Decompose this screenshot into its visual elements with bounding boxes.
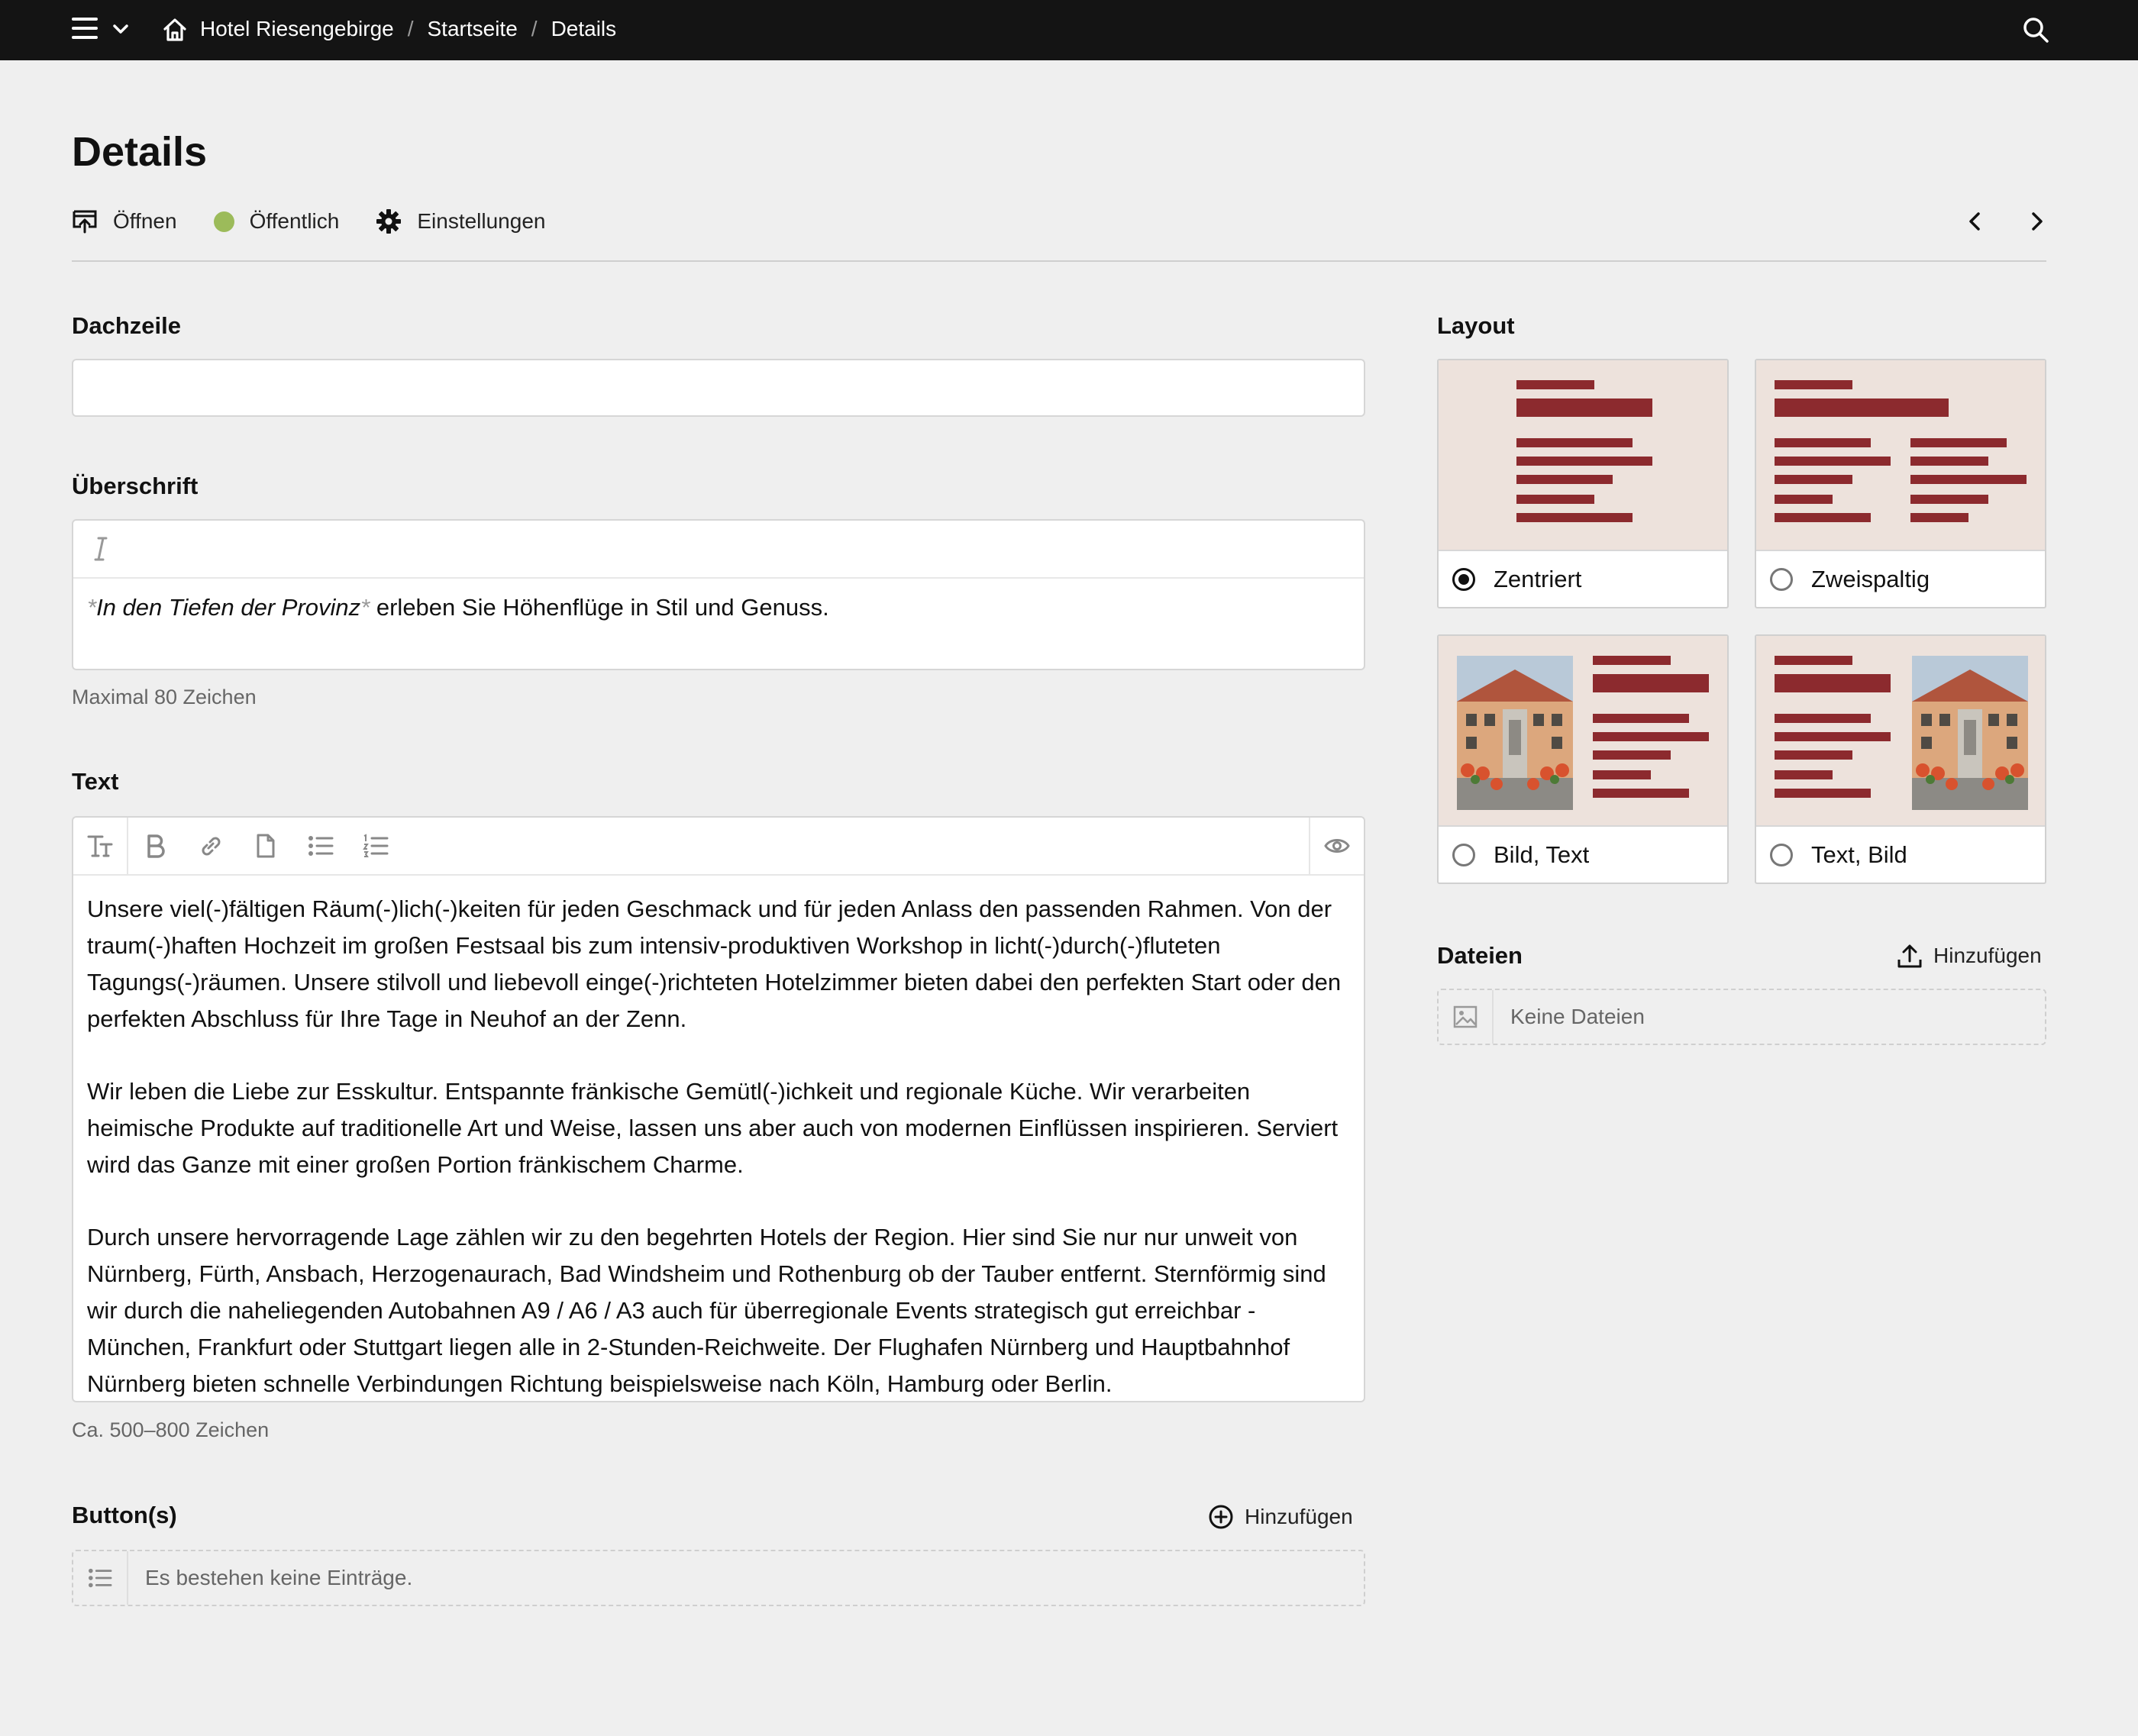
breadcrumb-separator: / — [531, 17, 538, 40]
breadcrumb-item-startseite[interactable]: Startseite — [428, 17, 518, 41]
text-toolbar — [73, 818, 1364, 876]
emphasis-marker: * — [360, 594, 370, 621]
status-toggle[interactable]: Öffentlich — [213, 209, 340, 234]
text-editor[interactable]: Unsere viel(-)fältigen Räum(-)lich(-)kei… — [72, 816, 1365, 1402]
file-button[interactable] — [238, 818, 293, 874]
layout-option-text-bild[interactable]: Text, Bild — [1755, 634, 2046, 884]
preview-button[interactable] — [1309, 818, 1364, 874]
emphasis-text: In den Tiefen der Provinz — [96, 594, 361, 621]
numbered-list-button[interactable] — [348, 818, 403, 874]
page-title: Details — [72, 129, 208, 175]
heading-rest-text: erleben Sie Höhenflüge in Stil und Genus… — [370, 594, 829, 621]
layout-label: Layout — [1437, 312, 1515, 339]
numbered-list-icon — [363, 834, 389, 857]
hotel-photo-thumbnail — [1457, 656, 1573, 810]
italic-icon — [94, 537, 108, 561]
ueberschrift-label: Überschrift — [72, 473, 199, 499]
bullet-list-button[interactable] — [293, 818, 348, 874]
italic-button[interactable] — [73, 521, 128, 577]
buttons-label: Button(s) — [72, 1502, 177, 1528]
text-size-icon — [87, 835, 113, 857]
text-content[interactable]: Unsere viel(-)fältigen Räum(-)lich(-)kei… — [73, 876, 1364, 1401]
file-icon — [257, 834, 275, 858]
add-button-entry[interactable]: Hinzufügen — [1208, 1504, 1353, 1530]
link-button[interactable] — [183, 818, 238, 874]
layout-option-bild-text[interactable]: Bild, Text — [1437, 634, 1729, 884]
buttons-empty-text: Es bestehen keine Einträge. — [145, 1566, 413, 1589]
layout-preview-bild-text — [1439, 636, 1727, 827]
ueberschrift-toolbar — [73, 521, 1364, 579]
status-dot-icon — [213, 211, 234, 232]
radio-text-bild[interactable] — [1770, 843, 1793, 866]
open-button[interactable]: Öffnen — [72, 208, 177, 234]
open-external-icon — [73, 210, 97, 234]
header-divider — [72, 260, 2046, 262]
breadcrumb-item-hotel[interactable]: Hotel Riesengebirge — [200, 17, 394, 41]
status-label: Öffentlich — [249, 209, 340, 233]
eye-icon — [1324, 839, 1350, 853]
layout-preview-zweispaltig — [1756, 360, 2045, 551]
breadcrumb-item-details: Details — [551, 17, 617, 40]
buttons-empty-list: Es bestehen keine Einträge. — [72, 1550, 1365, 1606]
hotel-photo-thumbnail — [1912, 656, 2028, 810]
layout-option-label: Text, Bild — [1811, 841, 1907, 868]
radio-bild-text[interactable] — [1452, 843, 1475, 866]
bold-button[interactable] — [128, 818, 183, 874]
files-label: Dateien — [1437, 942, 1523, 969]
settings-button[interactable]: Einstellungen — [376, 208, 545, 234]
breadcrumb: Hotel Riesengebirge / Startseite / Detai… — [200, 17, 616, 41]
breadcrumb-separator: / — [407, 17, 414, 40]
upload-icon — [1897, 944, 1922, 968]
add-file-button[interactable]: Hinzufügen — [1897, 943, 2042, 969]
image-icon — [1453, 1005, 1478, 1028]
layout-option-zentriert[interactable]: Zentriert — [1437, 359, 1729, 608]
ueberschrift-editor[interactable]: *In den Tiefen der Provinz* erleben Sie … — [72, 519, 1365, 670]
ueberschrift-help: Maximal 80 Zeichen — [72, 686, 257, 708]
emphasis-marker: * — [87, 594, 97, 621]
bold-icon — [147, 834, 165, 858]
text-label: Text — [72, 768, 119, 795]
search-icon[interactable] — [2022, 16, 2049, 44]
layout-preview-text-bild — [1756, 636, 2045, 827]
link-icon — [202, 837, 221, 856]
dachzeile-label: Dachzeile — [72, 312, 182, 339]
add-button-label: Hinzufügen — [1245, 1505, 1353, 1528]
layout-preview-zentriert — [1439, 360, 1727, 551]
layout-option-label: Zentriert — [1494, 565, 1582, 592]
text-help: Ca. 500–800 Zeichen — [72, 1418, 270, 1441]
menu-icon[interactable] — [72, 18, 98, 40]
files-empty-list: Keine Dateien — [1437, 989, 2046, 1045]
list-icon — [89, 1568, 112, 1588]
files-empty-text: Keine Dateien — [1510, 1005, 1645, 1028]
open-label: Öffnen — [113, 209, 177, 233]
layout-option-label: Bild, Text — [1494, 841, 1590, 868]
gear-icon — [376, 209, 402, 234]
text-paragraph: Durch unsere hervorragende Lage zählen w… — [87, 1224, 1326, 1397]
chevron-down-icon[interactable] — [111, 20, 130, 38]
top-bar: Hotel Riesengebirge / Startseite / Detai… — [0, 0, 2138, 60]
action-row: Öffnen Öffentlich Einstellungen — [72, 206, 582, 237]
text-paragraph: Unsere viel(-)fältigen Räum(-)lich(-)kei… — [87, 895, 1342, 1032]
next-icon[interactable] — [2025, 208, 2048, 235]
layout-option-label: Zweispaltig — [1811, 565, 1930, 592]
dachzeile-input[interactable] — [72, 359, 1365, 417]
radio-zentriert[interactable] — [1452, 567, 1475, 591]
layout-option-zweispaltig[interactable]: Zweispaltig — [1755, 359, 2046, 608]
add-file-label: Hinzufügen — [1933, 944, 2042, 967]
previous-icon[interactable] — [1964, 208, 1987, 235]
text-paragraph: Wir leben die Liebe zur Esskultur. Entsp… — [87, 1078, 1339, 1178]
text-size-button[interactable] — [73, 818, 128, 874]
home-icon[interactable] — [162, 17, 188, 43]
radio-zweispaltig[interactable] — [1770, 567, 1793, 591]
settings-label: Einstellungen — [417, 209, 546, 233]
bullet-list-icon — [308, 836, 334, 856]
add-circle-icon — [1209, 1505, 1233, 1529]
ueberschrift-content[interactable]: *In den Tiefen der Provinz* erleben Sie … — [73, 579, 1364, 641]
